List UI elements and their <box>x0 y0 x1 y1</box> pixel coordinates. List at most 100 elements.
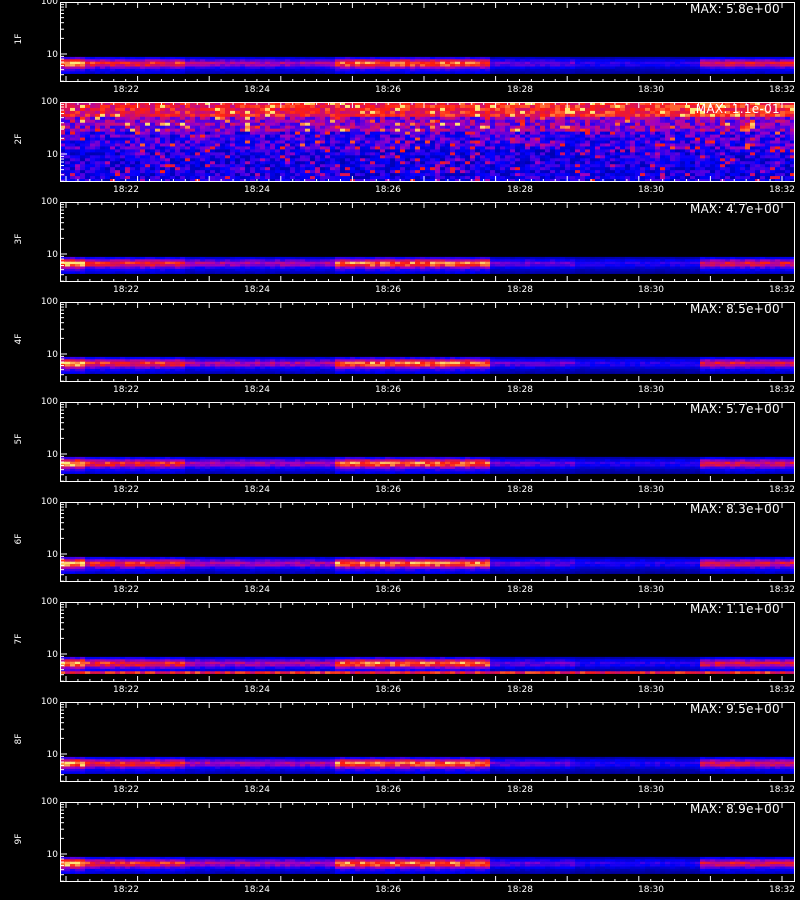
heat-cell <box>95 66 101 70</box>
heat-cell <box>630 71 636 74</box>
heat-cell <box>590 61 596 65</box>
heat-cell <box>485 56 491 60</box>
heat-cell <box>85 64 91 67</box>
heat-cell <box>680 56 686 60</box>
heat-cell <box>345 56 351 60</box>
heat-cell <box>635 68 641 72</box>
heat-cell <box>445 71 451 74</box>
heat-cell <box>745 64 751 67</box>
heat-cell <box>365 59 371 62</box>
heat-cell <box>420 64 426 67</box>
heat-cell <box>195 66 201 70</box>
heat-cell <box>470 68 476 72</box>
heat-cell <box>765 71 771 74</box>
heat-cell <box>230 64 236 67</box>
heat-cell <box>275 59 281 62</box>
heat-cell <box>650 56 656 60</box>
heat-cell <box>535 61 541 65</box>
heat-cell <box>405 61 411 65</box>
heat-cell <box>435 66 441 70</box>
heat-cell <box>420 66 426 70</box>
heat-cell <box>490 56 496 60</box>
heat-cell <box>630 61 636 65</box>
heat-cell <box>110 66 116 70</box>
heat-cell <box>675 56 681 60</box>
heat-cell <box>380 66 386 70</box>
heat-cell <box>730 66 736 70</box>
heat-cell <box>195 68 201 72</box>
heat-cell <box>580 66 586 70</box>
heat-cell <box>460 64 466 67</box>
heat-cell <box>725 59 731 62</box>
heat-cell <box>765 59 771 62</box>
heat-cell <box>500 56 506 60</box>
heat-cell <box>760 66 766 70</box>
heat-cell <box>745 59 751 62</box>
heat-cell <box>655 61 661 65</box>
heat-cell <box>515 68 521 72</box>
heat-cell <box>665 71 671 74</box>
heat-cell <box>255 71 261 74</box>
heat-cell <box>360 61 366 65</box>
heat-cell <box>370 68 376 72</box>
heat-cell <box>220 64 226 67</box>
heat-cell <box>720 71 726 74</box>
heat-cell <box>140 56 146 60</box>
heat-cell <box>460 56 466 60</box>
heat-cell <box>635 71 641 74</box>
heat-cell <box>630 64 636 67</box>
y-tick-label: 10 <box>46 150 58 160</box>
heat-cell <box>430 59 436 62</box>
heat-cell <box>405 56 411 60</box>
heat-cell <box>400 64 406 67</box>
heat-cell <box>540 64 546 67</box>
heat-cell <box>465 66 471 70</box>
heat-cell <box>610 68 616 72</box>
heat-cell <box>515 61 521 65</box>
heat-cell <box>335 61 341 65</box>
heat-cell <box>785 64 791 67</box>
heat-cell <box>345 68 351 72</box>
heat-cell <box>770 59 776 62</box>
heat-cell <box>150 71 156 74</box>
heat-cell <box>640 61 646 65</box>
heat-cell <box>390 64 396 67</box>
heat-cell <box>720 68 726 72</box>
heat-cell <box>310 56 316 60</box>
heat-cell <box>150 59 156 62</box>
heat-cell <box>120 56 126 60</box>
heat-cell <box>65 66 71 70</box>
heat-cell <box>330 71 336 74</box>
heat-cell <box>345 71 351 74</box>
heat-cell <box>200 59 206 62</box>
heat-cell <box>205 59 211 62</box>
heat-cell <box>660 71 666 74</box>
heat-cell <box>90 59 96 62</box>
heat-cell <box>310 59 316 62</box>
heat-cell <box>215 56 221 60</box>
heat-cell <box>280 61 286 65</box>
heat-cell <box>180 71 186 74</box>
heat-cell <box>210 68 216 72</box>
heat-cell <box>425 66 431 70</box>
heat-cell <box>470 71 476 74</box>
heat-cell <box>110 71 116 74</box>
heat-cell <box>565 61 571 65</box>
heat-cell <box>505 56 511 60</box>
heat-cell <box>235 66 241 70</box>
heat-cell <box>660 59 666 62</box>
heat-cell <box>415 59 421 62</box>
heat-cell <box>80 61 86 65</box>
heat-cell <box>365 56 371 60</box>
heat-cell <box>390 56 396 60</box>
heat-cell <box>785 71 791 74</box>
heat-cell <box>775 59 781 62</box>
heat-cell <box>710 66 716 70</box>
heat-cell <box>730 56 736 60</box>
heat-cell <box>405 64 411 67</box>
heat-cell <box>395 71 401 74</box>
heat-cell <box>280 66 286 70</box>
heat-cell <box>250 56 256 60</box>
heat-cell <box>775 71 781 74</box>
heat-cell <box>440 64 446 67</box>
